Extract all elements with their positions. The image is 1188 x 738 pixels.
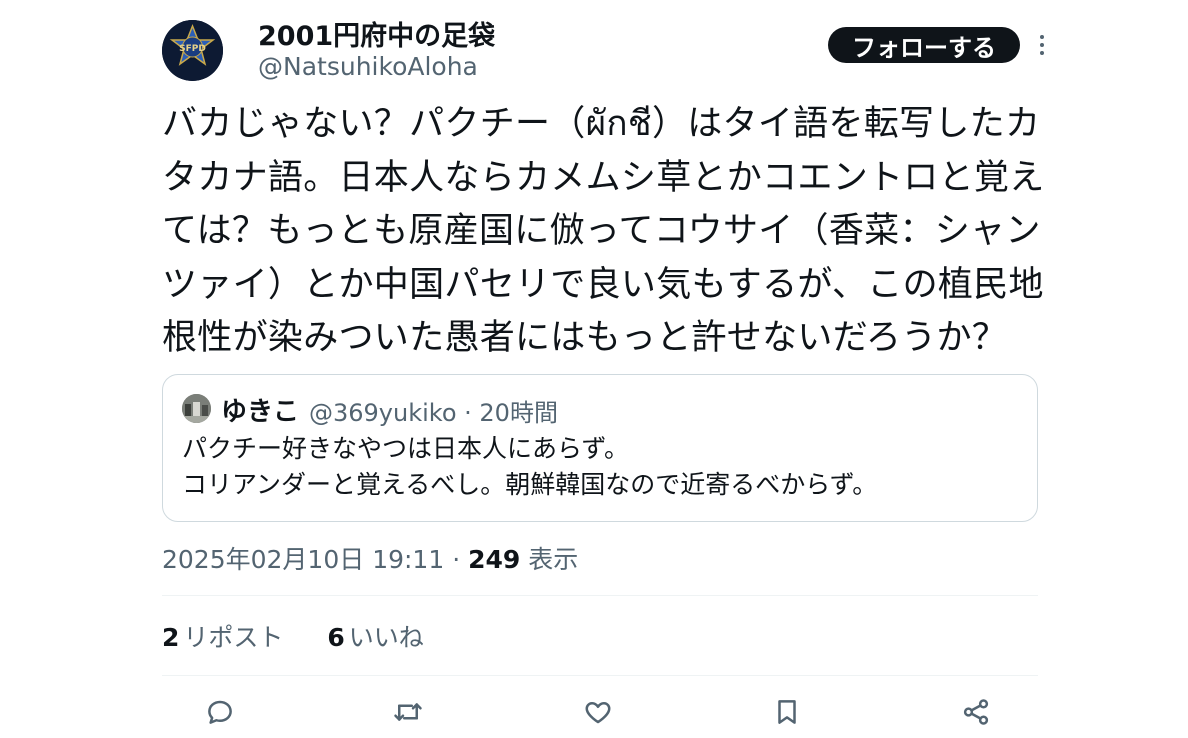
author-display-name[interactable]: 2001円府中の足袋 [258, 14, 495, 53]
share-button[interactable] [958, 694, 994, 730]
likes-stat[interactable]: 6 いいね [327, 618, 423, 654]
quote-author-name: ゆきこ [221, 397, 300, 427]
tweet-text: バカじゃない？パクチー（ผักชี）はタイ語を転写したカ タカナ語。日本人ならカ… [162, 98, 1045, 366]
reposts-count: 2 [162, 623, 180, 652]
reply-icon [208, 700, 232, 724]
like-icon [585, 702, 611, 724]
author-handle[interactable]: @NatsuhikoAloha [258, 52, 478, 81]
repost-icon [394, 703, 422, 721]
views-label: 表示 [520, 545, 579, 574]
views-count: 249 [468, 545, 521, 574]
follow-button[interactable]: フォローする [828, 27, 1020, 63]
reply-button[interactable] [202, 694, 238, 730]
bookmark-icon [778, 700, 796, 724]
divider [162, 675, 1038, 676]
more-options-icon[interactable] [1034, 30, 1050, 60]
divider [162, 595, 1038, 596]
likes-label: いいね [348, 623, 424, 652]
share-icon [963, 699, 989, 725]
reposts-stat[interactable]: 2 リポスト [162, 618, 283, 654]
tweet-text-line: 根性が染みついた愚者にはもっと許せないだろうか？ [162, 318, 1008, 358]
tweet-meta: 2025年02月10日 19:11 · 249 表示 [162, 540, 578, 576]
tweet-text-line: ツァイ）とか中国パセリで良い気もするが、この植民地 [162, 264, 1044, 305]
timestamp-link[interactable]: 2025年02月10日 19:11 [162, 545, 444, 574]
quote-text-line: コリアンダーと覚えるべし。朝鮮韓国なので近寄るべからず。 [182, 470, 878, 499]
quote-text: パクチー好きなやつは日本人にあらず。 コリアンダーと覚えるべし。朝鮮韓国なので近… [182, 431, 877, 503]
repost-button[interactable] [390, 694, 426, 730]
sfpd-star-badge: SFPD [162, 20, 223, 81]
reposts-label: リポスト [183, 623, 284, 652]
meta-separator: · [444, 545, 469, 574]
tweet: SFPD 2001円府中の足袋 @NatsuhikoAloha フォローする バ… [162, 0, 1044, 738]
like-button[interactable] [580, 694, 616, 730]
tweet-text-line: タカナ語。日本人ならカメムシ草とかコエントロと覚え [162, 157, 1045, 198]
likes-count: 6 [327, 623, 345, 652]
author-avatar[interactable]: SFPD [162, 20, 223, 81]
tweet-text-line: バカじゃない？パクチー（ผักชี）はタイ語を転写したカ [162, 104, 1041, 144]
quote-author-meta: @369yukiko · 20時間 [309, 399, 558, 427]
quoted-tweet[interactable]: ゆきこ @369yukiko · 20時間 パクチー好きなやつは日本人にあらず。… [162, 374, 1038, 522]
bookmark-button[interactable] [769, 694, 805, 730]
svg-text:SFPD: SFPD [179, 44, 206, 54]
quote-text-line: パクチー好きなやつは日本人にあらず。 [182, 434, 630, 463]
engagement-stats: 2 リポスト 6 いいね [162, 618, 460, 654]
tweet-text-line: ては？もっとも原産国に倣ってコウサイ（香菜：シャン [162, 211, 1041, 251]
quote-author-avatar [182, 394, 211, 423]
